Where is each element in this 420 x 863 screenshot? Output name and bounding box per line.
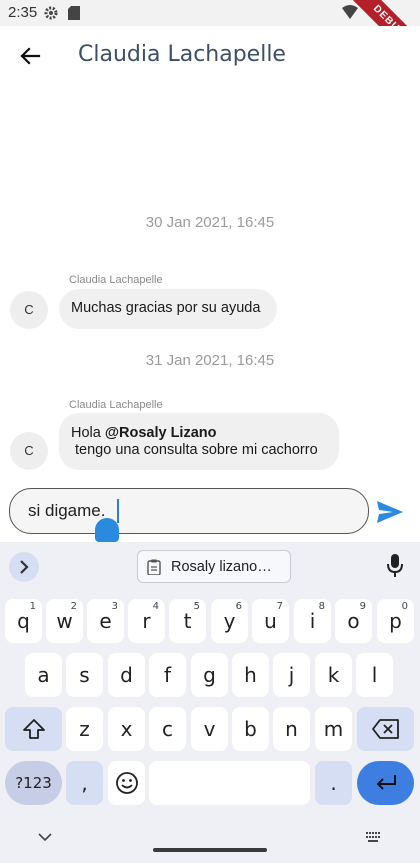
message-text: Hola xyxy=(71,425,105,441)
date-separator: 31 Jan 2021, 16:45 xyxy=(145,352,275,369)
enter-key[interactable] xyxy=(357,761,414,805)
backspace-icon xyxy=(371,719,399,739)
text-caret xyxy=(117,499,119,523)
key-c[interactable]: c xyxy=(149,707,186,751)
key-s[interactable]: s xyxy=(66,653,103,697)
key-l[interactable]: l xyxy=(356,653,393,697)
app-bar: Claudia Lachapelle xyxy=(0,26,420,84)
send-icon[interactable] xyxy=(375,497,405,527)
period-key[interactable]: . xyxy=(315,761,352,805)
wifi-icon xyxy=(342,5,358,19)
key-a[interactable]: a xyxy=(25,653,62,697)
key-d[interactable]: d xyxy=(108,653,145,697)
shift-key[interactable] xyxy=(5,707,62,751)
message-text: Muchas gracias por su ayuda xyxy=(71,300,261,316)
message-text: tengo una consulta sobre mi cachorro xyxy=(71,442,318,458)
key-k[interactable]: k xyxy=(315,653,352,697)
chevron-right-icon xyxy=(20,560,29,574)
comma-key[interactable]: , xyxy=(66,761,103,805)
mention[interactable]: @Rosaly Lizano xyxy=(105,425,217,441)
key-j[interactable]: j xyxy=(273,653,310,697)
key-r[interactable]: r4 xyxy=(128,599,165,643)
message-sender: Claudia Lachapelle xyxy=(69,274,163,286)
key-x[interactable]: x xyxy=(108,707,145,751)
key-v[interactable]: v xyxy=(191,707,228,751)
symbols-key[interactable]: ?123 xyxy=(5,761,62,805)
gear-icon xyxy=(44,6,58,20)
suggestion-label: Rosaly lizano… xyxy=(171,559,272,575)
enter-icon xyxy=(376,775,396,790)
mic-icon[interactable] xyxy=(386,554,404,578)
key-g[interactable]: g xyxy=(191,653,228,697)
key-z[interactable]: z xyxy=(66,707,103,751)
message-bubble[interactable]: Hola @Rosaly Lizano tengo una consulta s… xyxy=(59,413,339,470)
back-arrow-icon[interactable] xyxy=(14,40,46,72)
key-p[interactable]: p0 xyxy=(377,599,414,643)
page-title: Claudia Lachapelle xyxy=(78,42,286,67)
space-key[interactable] xyxy=(149,761,310,805)
key-t[interactable]: t5 xyxy=(169,599,206,643)
message-line: Hola @Rosaly Lizano xyxy=(71,425,327,442)
avatar[interactable]: C xyxy=(10,291,48,329)
key-q[interactable]: q1 xyxy=(5,599,42,643)
key-b[interactable]: b xyxy=(232,707,269,751)
emoji-icon xyxy=(115,772,138,794)
sd-card-icon xyxy=(68,6,80,20)
message-bubble[interactable]: Muchas gracias por su ayuda xyxy=(59,289,277,329)
clipboard-suggestion-chip[interactable]: Rosaly lizano… xyxy=(137,550,291,583)
key-h[interactable]: h xyxy=(232,653,269,697)
keyboard-grid-icon[interactable] xyxy=(366,832,382,842)
key-f[interactable]: f xyxy=(149,653,186,697)
key-m[interactable]: m xyxy=(315,707,352,751)
backspace-key[interactable] xyxy=(357,707,414,751)
chevron-down-icon[interactable] xyxy=(38,832,52,842)
key-y[interactable]: y6 xyxy=(211,599,248,643)
emoji-key[interactable] xyxy=(108,761,145,805)
key-i[interactable]: i8 xyxy=(294,599,331,643)
message-input-value: si digame. xyxy=(28,501,106,520)
keyboard: Rosaly lizano… q1 w2 e3 r4 t5 y6 u7 i8 o… xyxy=(0,542,420,863)
date-separator: 30 Jan 2021, 16:45 xyxy=(145,214,275,231)
status-bar: 2:35 DEBUG xyxy=(0,0,420,76)
status-time: 2:35 xyxy=(8,4,38,21)
key-o[interactable]: o9 xyxy=(335,599,372,643)
home-indicator[interactable] xyxy=(153,848,267,852)
caret-handle[interactable] xyxy=(95,518,119,542)
key-e[interactable]: e3 xyxy=(87,599,124,643)
shift-icon xyxy=(22,719,45,739)
clipboard-icon xyxy=(147,559,161,575)
avatar[interactable]: C xyxy=(10,432,48,470)
message-sender: Claudia Lachapelle xyxy=(69,399,163,411)
key-w[interactable]: w2 xyxy=(46,599,83,643)
message-input[interactable]: si digame. xyxy=(9,488,369,534)
keyboard-toolbar-toggle[interactable] xyxy=(9,552,39,582)
key-u[interactable]: u7 xyxy=(252,599,289,643)
key-n[interactable]: n xyxy=(273,707,310,751)
